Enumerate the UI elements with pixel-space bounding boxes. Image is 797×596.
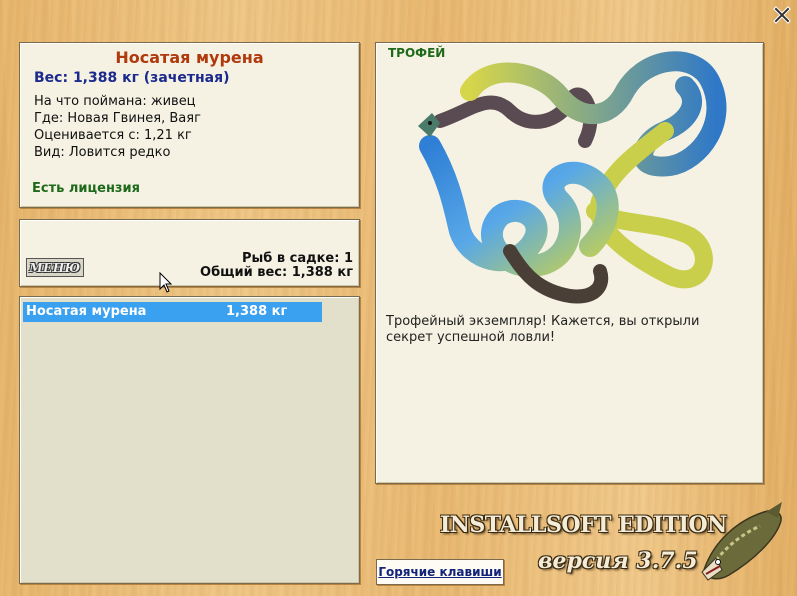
hotkeys-button[interactable]: Горячие клавиши <box>376 559 504 585</box>
location: Где: Новая Гвинея, Ваяг <box>34 111 201 126</box>
species-type: Вид: Ловится редко <box>34 145 171 160</box>
close-icon[interactable] <box>773 6 791 24</box>
trophy-panel: ТРОФЕЙ Трофейный экземпляр! Кажется, вы … <box>375 42 764 484</box>
trophy-description: Трофейный экземпляр! Кажется, вы открыли… <box>386 314 700 345</box>
valued-from: Оценивается с: 1,21 кг <box>34 128 192 143</box>
hotkeys-label: Горячие клавиши <box>378 565 502 579</box>
moray-eel-image <box>418 51 727 304</box>
pike-logo <box>701 502 782 581</box>
cage-panel: МЕНЮ Рыб в садке: 1 Общий вес: 1,388 кг <box>19 219 360 287</box>
list-item[interactable]: Носатая мурена 1,388 кг <box>23 302 322 322</box>
list-item-weight: 1,388 кг <box>226 304 288 319</box>
fish-name: Носатая мурена <box>115 48 264 67</box>
license-status: Есть лицензия <box>32 181 140 196</box>
brand-title: INSTALLSOFT EDITION <box>440 512 727 538</box>
fish-weight: Вес: 1,388 кг (зачетная) <box>34 70 230 86</box>
mouse-cursor-icon <box>159 272 173 293</box>
cage-total-weight: Общий вес: 1,388 кг <box>200 265 353 280</box>
caught-on: На что поймана: живец <box>34 94 196 109</box>
version-label: версия 3.7.5 <box>538 548 698 574</box>
catch-list[interactable]: Носатая мурена 1,388 кг <box>19 296 360 584</box>
menu-button[interactable]: МЕНЮ <box>26 258 84 277</box>
fish-info-panel: Носатая мурена Вес: 1,388 кг (зачетная) … <box>19 42 360 208</box>
cage-fish-count: Рыб в садке: 1 <box>241 251 353 266</box>
list-item-name: Носатая мурена <box>26 304 147 319</box>
